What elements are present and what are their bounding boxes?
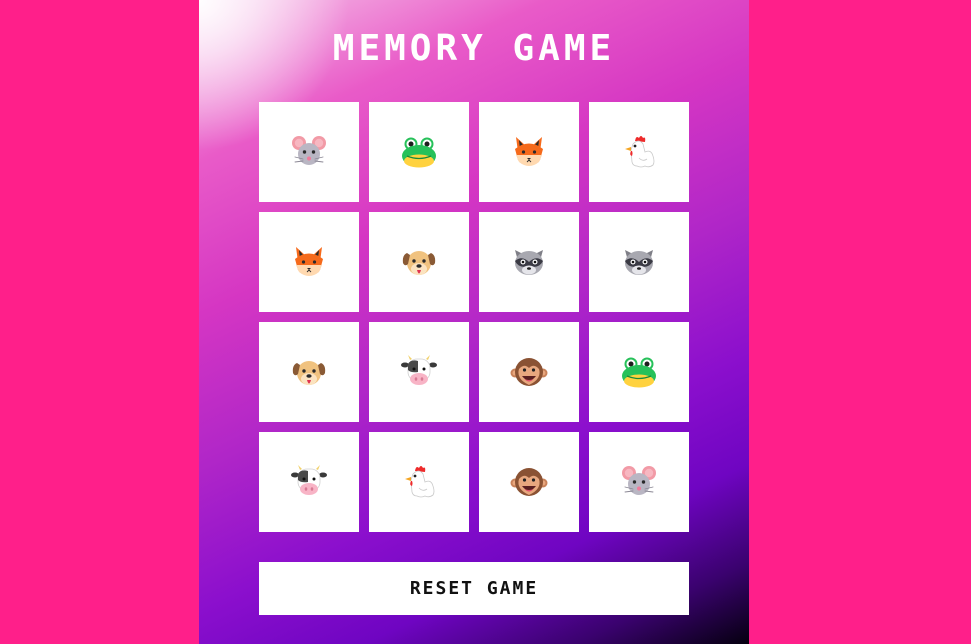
card-mouse[interactable]	[589, 432, 689, 532]
card-grid	[259, 102, 689, 532]
mouse-face-icon	[619, 462, 659, 502]
card-fox[interactable]	[479, 102, 579, 202]
chicken-icon	[619, 132, 659, 172]
raccoon-face-icon	[509, 242, 549, 282]
card-raccoon[interactable]	[589, 212, 689, 312]
card-chicken[interactable]	[369, 432, 469, 532]
card-cow[interactable]	[259, 432, 359, 532]
card-cow[interactable]	[369, 322, 469, 422]
raccoon-face-icon	[619, 242, 659, 282]
fox-face-icon	[289, 242, 329, 282]
monkey-face-icon	[509, 462, 549, 502]
dog-face-icon	[399, 242, 439, 282]
fox-face-icon	[509, 132, 549, 172]
card-frog[interactable]	[369, 102, 469, 202]
card-mouse[interactable]	[259, 102, 359, 202]
card-dog[interactable]	[259, 322, 359, 422]
reset-game-button[interactable]: RESET GAME	[259, 562, 689, 615]
page: MEMORY GAME RESET GAME	[0, 0, 971, 644]
game-title: MEMORY GAME	[332, 28, 616, 69]
game-panel: MEMORY GAME RESET GAME	[199, 0, 749, 644]
card-raccoon[interactable]	[479, 212, 579, 312]
frog-face-icon	[399, 132, 439, 172]
monkey-face-icon	[509, 352, 549, 392]
dog-face-icon	[289, 352, 329, 392]
card-monkey[interactable]	[479, 432, 579, 532]
chicken-icon	[399, 462, 439, 502]
cow-face-icon	[399, 352, 439, 392]
card-frog[interactable]	[589, 322, 689, 422]
frog-face-icon	[619, 352, 659, 392]
card-chicken[interactable]	[589, 102, 689, 202]
mouse-face-icon	[289, 132, 329, 172]
card-dog[interactable]	[369, 212, 469, 312]
card-fox[interactable]	[259, 212, 359, 312]
cow-face-icon	[289, 462, 329, 502]
card-monkey[interactable]	[479, 322, 579, 422]
